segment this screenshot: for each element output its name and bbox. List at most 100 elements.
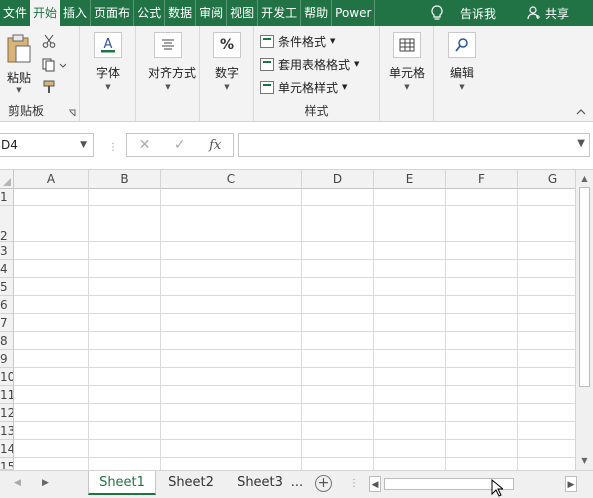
format-as-table-button[interactable]: 套用表格格式 ▼ xyxy=(260,54,359,74)
formula-input[interactable]: ▼ xyxy=(238,133,590,157)
sheet-tab-sheet1[interactable]: Sheet1 xyxy=(88,471,156,495)
name-box[interactable]: D4 ▼ xyxy=(0,133,94,157)
row-header-9[interactable]: 9 xyxy=(0,350,14,368)
row-header-5[interactable]: 5 xyxy=(0,278,14,296)
tab-page-layout[interactable]: 页面布 xyxy=(91,0,135,26)
grid-line xyxy=(301,189,302,470)
scroll-right-icon[interactable]: ▶ xyxy=(565,476,577,492)
format-as-table-label: 套用表格格式 xyxy=(278,57,351,72)
grid-line xyxy=(14,349,575,350)
horizontal-scrollbar[interactable]: ◀ ▶ xyxy=(369,476,577,492)
more-sheets-button[interactable]: ... xyxy=(289,471,305,495)
column-header-g[interactable]: G xyxy=(518,170,575,189)
paste-button[interactable]: 粘贴 ▼ xyxy=(4,34,34,94)
tab-insert[interactable]: 插入 xyxy=(60,0,92,26)
dialog-launcher-icon[interactable] xyxy=(68,109,76,117)
tab-view[interactable]: 视图 xyxy=(227,0,259,26)
editing-group: 编辑 ▼ xyxy=(434,26,490,122)
row-header-3[interactable]: 3 xyxy=(0,242,14,260)
scroll-up-icon[interactable]: ▲ xyxy=(578,173,591,185)
prev-sheet-icon[interactable]: ◀ xyxy=(14,478,21,488)
cell-styles-button[interactable]: 单元格样式 ▼ xyxy=(260,77,347,97)
row-header-2[interactable]: 2 xyxy=(0,206,14,242)
cell-styles-label: 单元格样式 xyxy=(278,80,339,95)
column-header-b[interactable]: B xyxy=(89,170,161,189)
ribbon: 粘贴 ▼ 剪贴板 A 字体 ▼ 对齐方式 ▼ % 数字 ▼ 条件格式 ▼ 套用表… xyxy=(0,26,593,122)
drag-handle-icon[interactable]: ⋮ xyxy=(108,142,118,153)
next-sheet-icon[interactable]: ▶ xyxy=(42,478,49,488)
sheet-tab-sheet3[interactable]: Sheet3 xyxy=(229,471,291,495)
conditional-formatting-button[interactable]: 条件格式 ▼ xyxy=(260,31,335,51)
grid-line xyxy=(160,189,161,470)
column-header-d[interactable]: D xyxy=(302,170,374,189)
column-header-e[interactable]: E xyxy=(374,170,446,189)
tab-review[interactable]: 审阅 xyxy=(196,0,228,26)
grid-line xyxy=(14,403,575,404)
tab-formulas[interactable]: 公式 xyxy=(134,0,166,26)
grid-line xyxy=(88,189,89,470)
tab-file[interactable]: 文件 xyxy=(0,0,30,26)
grid-line xyxy=(14,295,575,296)
number-label: 数字 xyxy=(214,66,239,80)
drag-handle-icon[interactable]: ⋮ xyxy=(349,478,359,489)
row-header-7[interactable]: 7 xyxy=(0,314,14,332)
row-header-11[interactable]: 11 xyxy=(0,386,14,404)
grid-line xyxy=(14,205,575,206)
copy-icon[interactable] xyxy=(42,58,66,72)
column-header-c[interactable]: C xyxy=(161,170,302,189)
tab-home[interactable]: 开始 xyxy=(30,0,61,26)
enter-icon[interactable]: ✓ xyxy=(174,137,186,153)
row-header-15[interactable]: 15 xyxy=(0,458,14,470)
font-button[interactable]: A 字体 ▼ xyxy=(88,32,128,91)
cells-button[interactable]: 单元格 ▼ xyxy=(387,32,427,91)
sheet-tab-sheet2[interactable]: Sheet2 xyxy=(160,471,222,495)
share-button[interactable]: 共享 xyxy=(527,0,569,26)
row-header-6[interactable]: 6 xyxy=(0,296,14,314)
chevron-down-icon: ▼ xyxy=(105,83,111,91)
align-icon xyxy=(154,32,182,58)
row-header-12[interactable]: 12 xyxy=(0,404,14,422)
chevron-down-icon: ▼ xyxy=(330,37,336,45)
chevron-down-icon: ▼ xyxy=(354,60,360,68)
tab-data[interactable]: 数据 xyxy=(165,0,197,26)
scroll-thumb[interactable] xyxy=(579,187,590,387)
chevron-down-icon[interactable]: ▼ xyxy=(577,138,585,149)
tab-power[interactable]: Power xyxy=(332,0,376,26)
format-painter-icon[interactable] xyxy=(42,80,58,94)
select-all-corner[interactable] xyxy=(0,170,14,189)
scroll-down-icon[interactable]: ▼ xyxy=(578,455,591,467)
worksheet-grid[interactable]: A B C D E F G 1 2 3 4 5 6 7 8 9 10 11 12… xyxy=(0,170,575,470)
row-header-1[interactable]: 1 xyxy=(0,189,14,206)
row-header-8[interactable]: 8 xyxy=(0,332,14,350)
paste-label: 粘贴 xyxy=(6,71,31,85)
column-header-f[interactable]: F xyxy=(446,170,518,189)
tell-me-box[interactable]: 告诉我 xyxy=(430,0,496,26)
row-header-4[interactable]: 4 xyxy=(0,260,14,278)
row-header-10[interactable]: 10 xyxy=(0,368,14,386)
collapse-ribbon-icon[interactable] xyxy=(576,108,586,116)
cells-label: 单元格 xyxy=(388,66,425,80)
column-header-a[interactable]: A xyxy=(14,170,89,189)
alignment-button[interactable]: 对齐方式 ▼ xyxy=(148,32,196,91)
scroll-left-icon[interactable]: ◀ xyxy=(369,476,381,492)
grid-line xyxy=(14,385,575,386)
tell-me-label: 告诉我 xyxy=(460,6,497,21)
cancel-icon[interactable]: ✕ xyxy=(139,137,151,153)
tab-developer[interactable]: 开发工 xyxy=(258,0,302,26)
chevron-down-icon[interactable]: ▼ xyxy=(80,134,87,156)
conditional-formatting-icon xyxy=(260,34,274,48)
row-header-13[interactable]: 13 xyxy=(0,422,14,440)
grid-line xyxy=(14,421,575,422)
vertical-scrollbar[interactable]: ▲ ▼ xyxy=(575,170,593,470)
table-icon xyxy=(260,57,274,71)
number-button[interactable]: % 数字 ▼ xyxy=(207,32,247,91)
row-header-14[interactable]: 14 xyxy=(0,440,14,458)
grid-line xyxy=(14,367,575,368)
add-sheet-icon[interactable]: + xyxy=(315,475,332,492)
insert-function-icon[interactable]: fx xyxy=(209,138,221,153)
styles-group: 条件格式 ▼ 套用表格格式 ▼ 单元格样式 ▼ 样式 xyxy=(254,26,380,122)
tab-help[interactable]: 帮助 xyxy=(301,0,333,26)
editing-label: 编辑 xyxy=(449,66,474,80)
editing-button[interactable]: 编辑 ▼ xyxy=(442,32,482,91)
cut-icon[interactable] xyxy=(42,34,56,48)
